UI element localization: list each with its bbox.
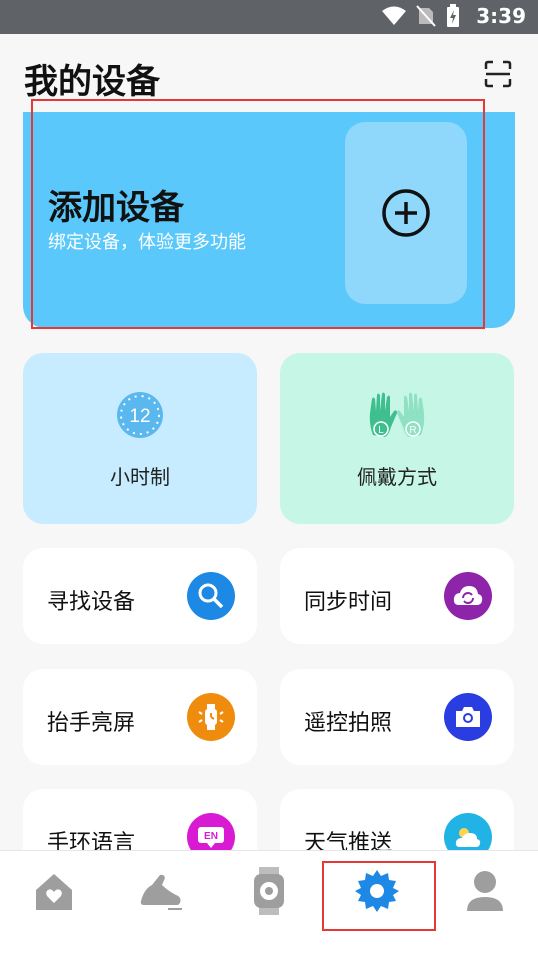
en-label: EN [204, 831, 218, 842]
watch-tab[interactable] [245, 867, 293, 915]
right-hand-label: R [409, 425, 416, 436]
status-icons: 3:39 [382, 4, 526, 28]
camera-icon [444, 693, 492, 741]
status-bar: 3:39 [0, 0, 538, 34]
sync-time-card[interactable]: 同步时间 [280, 548, 514, 644]
wear-mode-card[interactable]: L R 佩戴方式 [280, 353, 514, 524]
bottom-tab-bar [0, 850, 538, 960]
profile-tab[interactable] [461, 869, 509, 913]
raise-wake-card[interactable]: 抬手亮屏 [23, 669, 257, 765]
find-device-card[interactable]: 寻找设备 [23, 548, 257, 644]
remote-camera-label: 遥控拍照 [304, 711, 393, 736]
sync-time-label: 同步时间 [304, 590, 393, 615]
watch-raise-icon [187, 693, 235, 741]
search-icon [187, 572, 235, 620]
user-icon [467, 871, 503, 911]
no-sim-icon [416, 5, 436, 27]
page-title: 我的设备 [24, 62, 160, 102]
sync-cloud-icon [444, 572, 492, 620]
running-shoe-icon [140, 874, 182, 910]
find-device-label: 寻找设备 [47, 590, 136, 615]
hands-lr-icon: L R [369, 392, 425, 437]
home-heart-icon [36, 874, 72, 910]
highlight-box-device-tab [322, 861, 436, 931]
hour-format-card[interactable]: 12 小时制 [23, 353, 257, 524]
hour-format-label: 小时制 [110, 465, 170, 489]
remote-camera-card[interactable]: 遥控拍照 [280, 669, 514, 765]
highlight-box-add-device [31, 99, 485, 329]
status-time: 3:39 [476, 4, 526, 28]
battery-charging-icon [447, 4, 460, 27]
wear-mode-label: 佩戴方式 [357, 465, 437, 489]
home-tab[interactable] [30, 869, 78, 913]
smartwatch-icon [254, 867, 284, 915]
sport-tab[interactable] [137, 869, 185, 913]
clock-12-icon: 12 [117, 392, 163, 438]
raise-wake-label: 抬手亮屏 [47, 711, 136, 736]
wifi-icon [382, 6, 407, 25]
scan-icon[interactable] [484, 60, 512, 88]
left-hand-label: L [378, 425, 384, 436]
clock-number: 12 [129, 406, 150, 427]
